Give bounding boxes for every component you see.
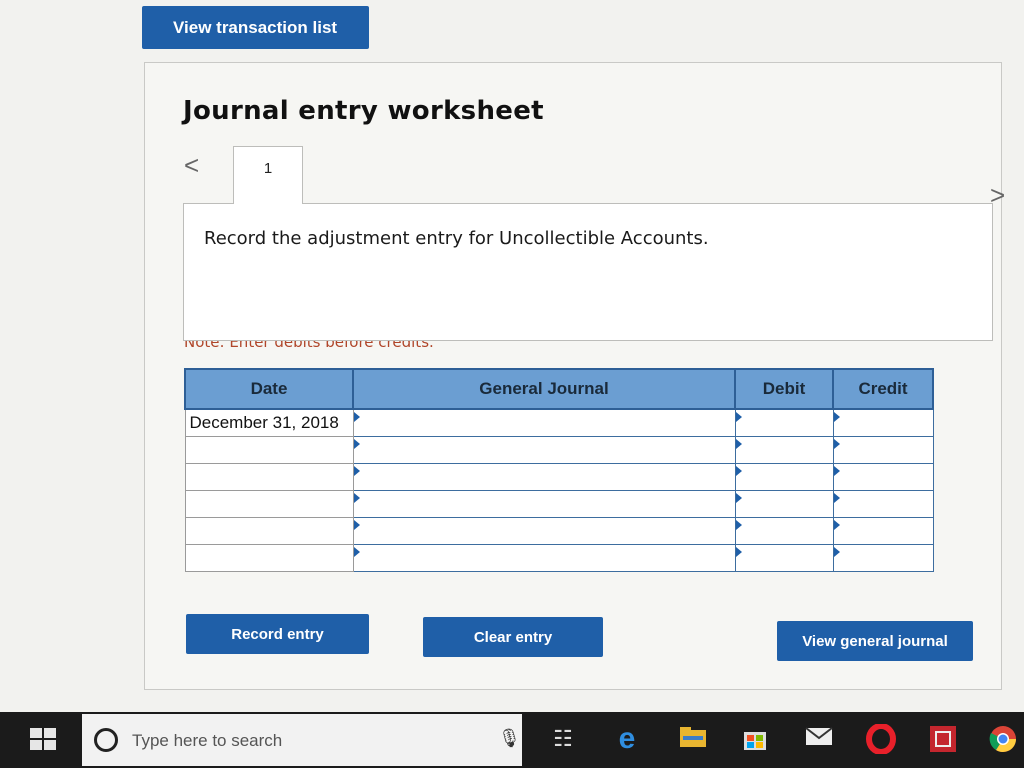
opera-icon[interactable] <box>866 723 896 755</box>
view-general-journal-button[interactable]: View general journal <box>777 621 973 661</box>
date-cell[interactable] <box>184 490 354 518</box>
debit-cell[interactable] <box>734 544 834 572</box>
dropdown-marker-icon <box>833 439 840 449</box>
file-explorer-icon[interactable] <box>678 724 708 754</box>
cortana-icon <box>94 728 118 752</box>
windows-start-icon[interactable] <box>30 728 58 752</box>
dropdown-marker-icon <box>353 493 360 503</box>
dropdown-marker-icon <box>735 520 742 530</box>
dropdown-marker-icon <box>735 412 742 422</box>
journal-table: Date General Journal Debit Credit Decemb… <box>184 368 934 572</box>
dropdown-marker-icon <box>353 412 360 422</box>
date-cell[interactable] <box>184 517 354 545</box>
dropdown-marker-icon <box>735 547 742 557</box>
worksheet-title: Journal entry worksheet <box>183 96 544 126</box>
dropdown-marker-icon <box>833 547 840 557</box>
journal-account-cell[interactable] <box>352 490 736 518</box>
date-cell[interactable] <box>184 463 354 491</box>
taskbar: Type here to search 🎙 ☷ e <box>0 712 1024 768</box>
record-entry-button[interactable]: Record entry <box>186 614 369 654</box>
date-cell[interactable]: December 31, 2018 <box>184 408 354 437</box>
debit-cell[interactable] <box>734 408 834 437</box>
dropdown-marker-icon <box>833 493 840 503</box>
table-row: December 31, 2018 <box>184 408 934 437</box>
table-row <box>184 463 934 491</box>
general-journal-column-header: General Journal <box>352 368 736 410</box>
dropdown-marker-icon <box>353 439 360 449</box>
credit-cell[interactable] <box>832 436 934 464</box>
dropdown-marker-icon <box>353 466 360 476</box>
dropdown-marker-icon <box>353 547 360 557</box>
date-cell[interactable] <box>184 544 354 572</box>
journal-account-cell[interactable] <box>352 517 736 545</box>
mail-icon[interactable] <box>804 724 834 754</box>
credit-column-header: Credit <box>832 368 934 410</box>
date-column-header: Date <box>184 368 354 410</box>
credit-cell[interactable] <box>832 408 934 437</box>
debit-cell[interactable] <box>734 463 834 491</box>
clear-entry-button[interactable]: Clear entry <box>423 617 603 657</box>
debit-cell[interactable] <box>734 490 834 518</box>
credit-cell[interactable] <box>832 463 934 491</box>
view-transaction-list-button[interactable]: View transaction list <box>142 6 369 49</box>
table-row <box>184 544 934 572</box>
date-cell[interactable] <box>184 436 354 464</box>
debit-cell[interactable] <box>734 436 834 464</box>
dropdown-marker-icon <box>353 520 360 530</box>
credit-cell[interactable] <box>832 517 934 545</box>
date-cell-value: December 31, 2018 <box>189 413 339 432</box>
journal-account-cell[interactable] <box>352 408 736 437</box>
microphone-icon[interactable]: 🎙 <box>498 728 521 749</box>
table-row <box>184 490 934 518</box>
debit-cell[interactable] <box>734 517 834 545</box>
journal-account-cell[interactable] <box>352 436 736 464</box>
table-row <box>184 436 934 464</box>
tab-1[interactable]: 1 <box>233 146 303 204</box>
dropdown-marker-icon <box>833 466 840 476</box>
instruction-box <box>183 203 993 341</box>
journal-account-cell[interactable] <box>352 544 736 572</box>
dropdown-marker-icon <box>833 520 840 530</box>
chrome-icon[interactable] <box>988 724 1018 754</box>
task-view-icon[interactable]: ☷ <box>548 724 578 754</box>
journal-account-cell[interactable] <box>352 463 736 491</box>
taskbar-search-box[interactable]: Type here to search 🎙 <box>82 714 522 766</box>
debit-column-header: Debit <box>734 368 834 410</box>
table-row <box>184 517 934 545</box>
app-icon[interactable] <box>928 724 958 754</box>
dropdown-marker-icon <box>735 493 742 503</box>
previous-arrow-icon[interactable]: < <box>184 150 199 181</box>
dropdown-marker-icon <box>735 439 742 449</box>
edge-browser-icon[interactable]: e <box>612 724 642 754</box>
store-icon[interactable] <box>740 724 770 754</box>
search-placeholder: Type here to search <box>132 731 283 750</box>
instruction-text: Record the adjustment entry for Uncollec… <box>204 228 709 249</box>
dropdown-marker-icon <box>833 412 840 422</box>
credit-cell[interactable] <box>832 490 934 518</box>
dropdown-marker-icon <box>735 466 742 476</box>
credit-cell[interactable] <box>832 544 934 572</box>
